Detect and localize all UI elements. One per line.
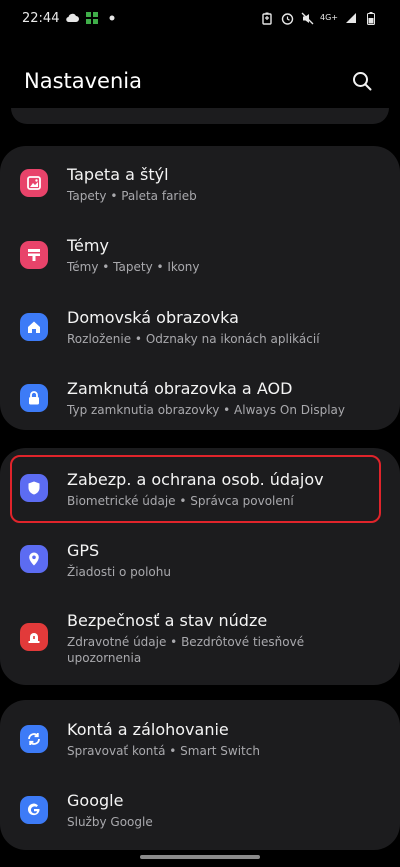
- location-pin-icon: [20, 545, 48, 573]
- setting-item-subtitle: Zdravotné údaje • Bezdrôtové tiesňové up…: [67, 635, 305, 665]
- setting-item-safety-emergency[interactable]: Bezpečnosť a stav núdze Zdravotné údaje …: [0, 611, 400, 681]
- setting-item-subtitle: Rozloženie • Odznaky na ikonách aplikáci…: [67, 332, 320, 346]
- network-type: 4G+: [320, 13, 338, 22]
- alarm-icon: [280, 11, 294, 25]
- dot-icon: [105, 11, 119, 25]
- setting-item-title: Kontá a zálohovanie: [67, 720, 229, 739]
- search-icon: [353, 72, 372, 91]
- emergency-icon: [20, 623, 48, 651]
- setting-item-subtitle: Typ zamknutia obrazovky • Always On Disp…: [67, 403, 345, 417]
- setting-item-subtitle: Biometrické údaje • Správca povolení: [67, 494, 294, 508]
- sync-icon: [20, 725, 48, 753]
- setting-item-security-privacy[interactable]: Zabezp. a ochrana osob. údajov Biometric…: [0, 470, 400, 530]
- home-icon: [20, 313, 48, 341]
- setting-item-title: GPS: [67, 541, 100, 560]
- status-left: 22:44: [22, 11, 119, 26]
- google-icon: [20, 796, 48, 824]
- battery-saver-icon: [260, 11, 274, 25]
- app-icon: [85, 11, 99, 25]
- header: Nastavenia: [0, 56, 400, 106]
- setting-item-google[interactable]: Google Služby Google: [0, 791, 400, 851]
- page-title: Nastavenia: [24, 69, 142, 93]
- signal-icon: [344, 11, 358, 25]
- setting-item-title: Zabezp. a ochrana osob. údajov: [67, 470, 324, 489]
- settings-card-accounts: Kontá a zálohovanie Spravovať kontá • Sm…: [0, 700, 400, 850]
- battery-icon: [364, 11, 378, 25]
- settings-card-display: Tapeta a štýl Tapety • Paleta farieb Tém…: [0, 146, 400, 430]
- setting-item-title: Domovská obrazovka: [67, 308, 239, 327]
- setting-item-title: Témy: [67, 236, 109, 255]
- settings-card-security: Zabezp. a ochrana osob. údajov Biometric…: [0, 448, 400, 685]
- card-stub: [11, 108, 389, 124]
- lock-icon: [20, 384, 48, 412]
- status-right: 4G+: [260, 11, 378, 25]
- setting-item-subtitle: Témy • Tapety • Ikony: [67, 260, 200, 274]
- shield-icon: [20, 474, 48, 502]
- search-button[interactable]: [348, 67, 376, 95]
- setting-item-subtitle: Spravovať kontá • Smart Switch: [67, 744, 260, 758]
- setting-item-title: Google: [67, 791, 124, 810]
- setting-item-subtitle: Žiadosti o polohu: [67, 565, 171, 579]
- status-time: 22:44: [22, 10, 60, 26]
- themes-icon: [20, 241, 48, 269]
- mute-icon: [300, 11, 314, 25]
- setting-item-lock-screen[interactable]: Zamknutá obrazovka a AOD Typ zamknutia o…: [0, 379, 400, 439]
- setting-item-title: Zamknutá obrazovka a AOD: [67, 379, 293, 398]
- wallpaper-icon: [20, 169, 48, 197]
- setting-item-gps[interactable]: GPS Žiadosti o polohu: [0, 541, 400, 601]
- setting-item-title: Tapeta a štýl: [67, 165, 169, 184]
- status-bar: 22:44 4G+: [0, 0, 400, 36]
- setting-item-home-screen[interactable]: Domovská obrazovka Rozloženie • Odznaky …: [0, 308, 400, 368]
- setting-item-accounts-backup[interactable]: Kontá a zálohovanie Spravovať kontá • Sm…: [0, 720, 400, 780]
- setting-item-themes[interactable]: Témy Témy • Tapety • Ikony: [0, 236, 400, 296]
- setting-item-subtitle: Služby Google: [67, 815, 153, 829]
- setting-item-title: Bezpečnosť a stav núdze: [67, 611, 268, 630]
- setting-item-wallpaper[interactable]: Tapeta a štýl Tapety • Paleta farieb: [0, 165, 400, 225]
- cloud-icon: [65, 11, 80, 25]
- setting-item-subtitle: Tapety • Paleta farieb: [67, 189, 197, 203]
- navigation-handle[interactable]: [140, 855, 260, 859]
